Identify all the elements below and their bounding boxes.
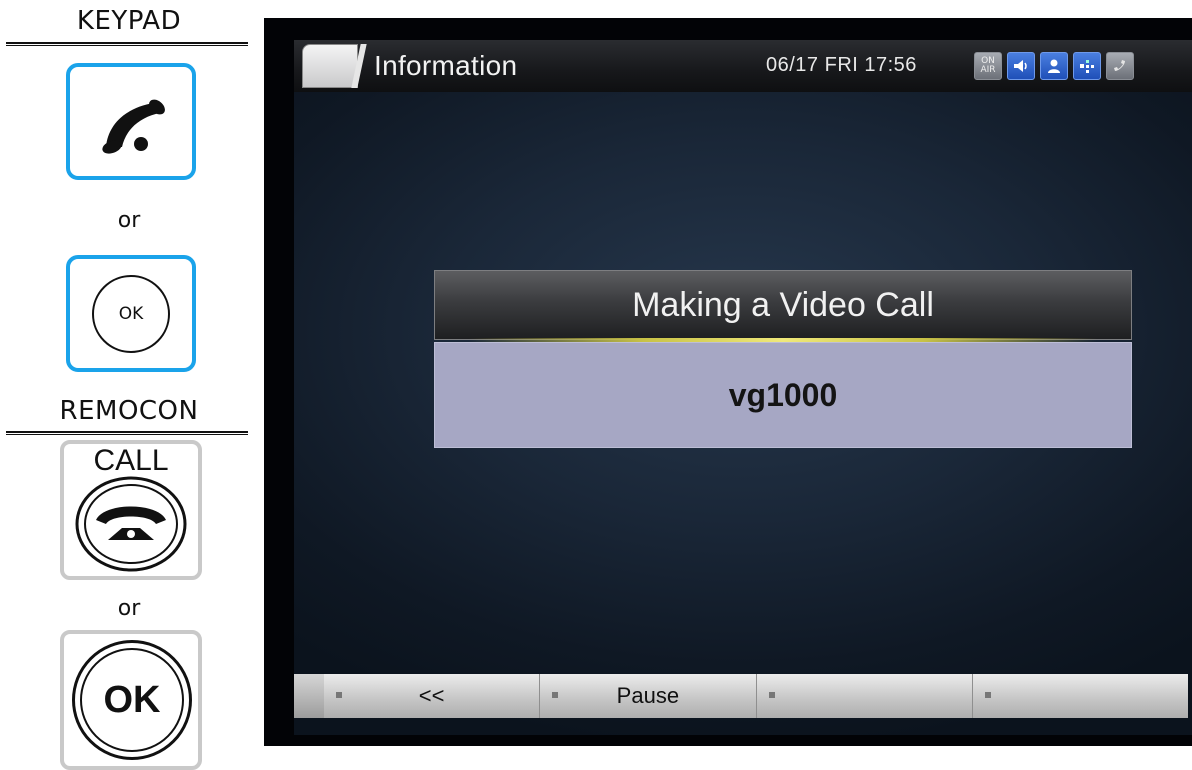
- speaker-glyph-icon: [1014, 60, 1027, 72]
- or-text-2: or: [117, 596, 141, 621]
- ok-label: OK: [92, 275, 170, 353]
- remocon-ok-label: OK: [80, 648, 184, 752]
- soft-key-bar: << Pause: [324, 674, 1188, 718]
- keypad-divider: [6, 42, 248, 46]
- remocon-call-key: CALL: [60, 440, 202, 580]
- on-air-label: ON AIR: [980, 56, 996, 75]
- soft-key-3[interactable]: [757, 674, 973, 718]
- status-icon-group: ON AIR: [974, 52, 1134, 80]
- callee-name: vg1000: [434, 342, 1132, 448]
- screen-background: Information 06/17 FRI 17:56 ON AIR Makin…: [294, 40, 1192, 735]
- network-icon: [1073, 52, 1101, 80]
- keypad-ok-key: OK: [66, 255, 196, 372]
- or-text: or: [117, 208, 141, 233]
- soft-key-marker: [336, 692, 342, 698]
- soft-key-rewind-label: <<: [418, 683, 445, 708]
- video-call-dialog: Making a Video Call vg1000: [434, 270, 1132, 448]
- soft-key-rewind[interactable]: <<: [324, 674, 541, 718]
- soft-key-marker: [768, 692, 775, 698]
- phone-handset-icon: [102, 99, 165, 154]
- remocon-ok-ring: OK: [72, 640, 192, 760]
- keypad-heading: KEYPAD: [76, 6, 182, 36]
- keypad-call-key: [66, 63, 196, 180]
- device-screen: Information 06/17 FRI 17:56 ON AIR Makin…: [264, 18, 1192, 746]
- speaker-icon: [1007, 52, 1035, 80]
- contact-icon: [1040, 52, 1068, 80]
- on-air-icon: ON AIR: [974, 52, 1002, 80]
- handset-icon: [1106, 52, 1134, 80]
- network-glyph-icon: [1080, 60, 1094, 73]
- menu-tab[interactable]: [302, 44, 358, 88]
- soft-key-pause-label: Pause: [616, 683, 680, 708]
- phone-glyph-icon: [1114, 60, 1125, 71]
- soft-key-bar-cap: [294, 674, 324, 718]
- remocon-divider: [6, 431, 248, 435]
- datetime-display: 06/17 FRI 17:56: [766, 54, 917, 76]
- soft-key-4[interactable]: [973, 674, 1188, 718]
- soft-key-marker: [552, 692, 559, 698]
- soft-key-marker: [984, 692, 991, 698]
- remocon-heading: REMOCON: [59, 396, 199, 426]
- soft-key-pause[interactable]: Pause: [540, 674, 757, 718]
- remocon-ok-key: OK: [60, 630, 202, 770]
- call-handset-icon: [75, 476, 187, 572]
- person-icon: [1048, 59, 1060, 73]
- page-title: Information: [374, 50, 518, 81]
- dialog-title: Making a Video Call: [434, 270, 1132, 340]
- title-bar: Information 06/17 FRI 17:56 ON AIR: [294, 40, 1192, 92]
